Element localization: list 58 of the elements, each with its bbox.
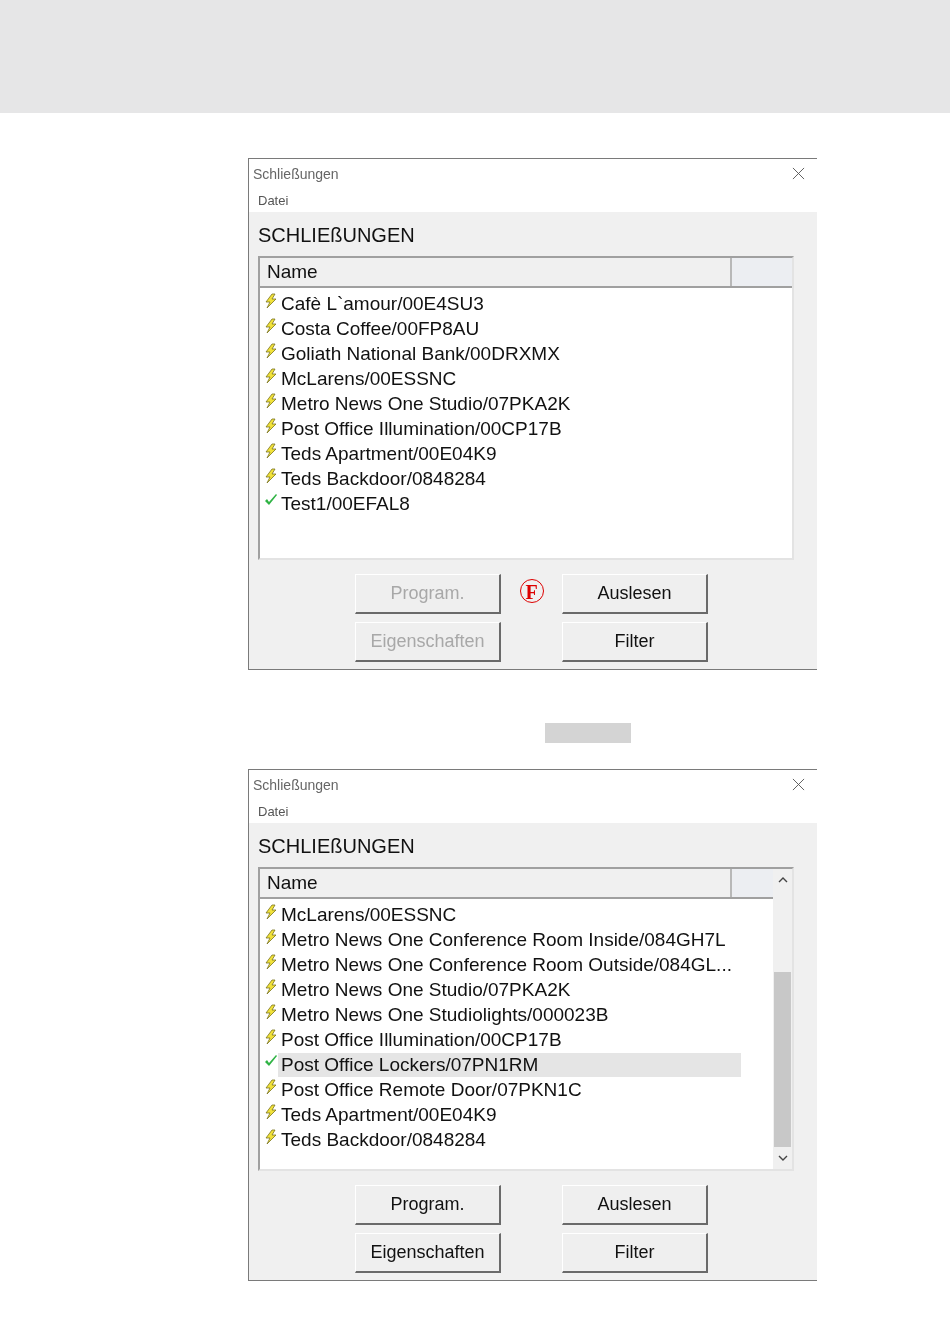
list-item[interactable]: Goliath National Bank/00DRXMX [278, 341, 741, 366]
list-item[interactable]: Teds Backdoor/0848284 [278, 1127, 741, 1152]
close-icon[interactable] [792, 167, 805, 180]
list-item[interactable]: Metro News One Studio/07PKA2K [278, 977, 741, 1002]
lightning-icon [264, 1103, 278, 1120]
column-header[interactable]: Name [260, 869, 732, 897]
close-icon[interactable] [792, 778, 805, 791]
list-item[interactable]: Metro News One Studiolights/000023B [278, 1002, 741, 1027]
list-item[interactable]: Post Office Illumination/00CP17B [278, 1027, 741, 1052]
lightning-icon [264, 342, 278, 359]
lightning-icon [264, 1078, 278, 1095]
lightning-icon [264, 903, 278, 920]
list-item[interactable]: Metro News One Studio/07PKA2K [278, 391, 741, 416]
lightning-icon [264, 292, 278, 309]
list-item[interactable]: McLarens/00ESSNC [278, 366, 741, 391]
lightning-icon [264, 1003, 278, 1020]
lightning-icon [264, 1128, 278, 1145]
column-header-blank [732, 869, 773, 897]
list-item[interactable]: Cafè L`amour/00E4SU3 [278, 291, 741, 316]
list-item[interactable]: Teds Apartment/00E04K9 [278, 1102, 741, 1127]
window-title: Schließungen [253, 165, 339, 182]
lightning-icon [264, 317, 278, 334]
list-item[interactable]: Metro News One Conference Room Inside/084GH7L [278, 927, 741, 952]
menu-item[interactable]: Datei [258, 803, 289, 819]
list-item[interactable]: Costa Coffee/00FP8AU [278, 316, 741, 341]
dialog-button[interactable]: Program. [355, 1185, 501, 1225]
dialog-button[interactable]: Auslesen [562, 1185, 708, 1225]
list-item[interactable]: Post Office Illumination/00CP17B [278, 416, 741, 441]
list-item[interactable]: Metro News One Conference Room Outside/084GL... [278, 952, 741, 977]
lightning-icon [264, 392, 278, 409]
dialog-button[interactable]: Filter [562, 1233, 708, 1273]
column-header[interactable]: Name [260, 258, 732, 286]
list-item[interactable]: Post Office Lockers/07PN1RM [278, 1052, 741, 1077]
window-title: Schließungen [253, 776, 339, 793]
lightning-icon [264, 978, 278, 995]
dialog-button[interactable]: Eigenschaften [355, 1233, 501, 1273]
section-heading: SCHLIEßUNGEN [258, 834, 416, 859]
dialog-button[interactable]: Auslesen [562, 574, 708, 614]
list-item[interactable]: Teds Backdoor/0848284 [278, 466, 741, 491]
menu-item[interactable]: Datei [258, 192, 289, 208]
scroll-up-icon[interactable] [777, 877, 788, 883]
column-header-blank [732, 258, 792, 286]
lightning-icon [264, 1028, 278, 1045]
dialog-button[interactable]: Filter [562, 622, 708, 662]
list-item[interactable]: Post Office Remote Door/07PKN1C [278, 1077, 741, 1102]
lightning-icon [264, 928, 278, 945]
lightning-icon [264, 953, 278, 970]
scroll-thumb[interactable] [774, 972, 791, 1147]
scroll-down-icon[interactable] [777, 1155, 788, 1161]
section-heading: SCHLIEßUNGEN [258, 223, 416, 248]
lightning-icon [264, 367, 278, 384]
scrollbar[interactable] [773, 869, 792, 1169]
list-item[interactable]: McLarens/00ESSNC [278, 902, 741, 927]
lightning-icon [264, 417, 278, 434]
lightning-icon [264, 442, 278, 459]
list-item[interactable]: Teds Apartment/00E04K9 [278, 441, 741, 466]
lightning-icon [264, 467, 278, 484]
list-item[interactable]: Test1/00EFAL8 [278, 491, 741, 516]
